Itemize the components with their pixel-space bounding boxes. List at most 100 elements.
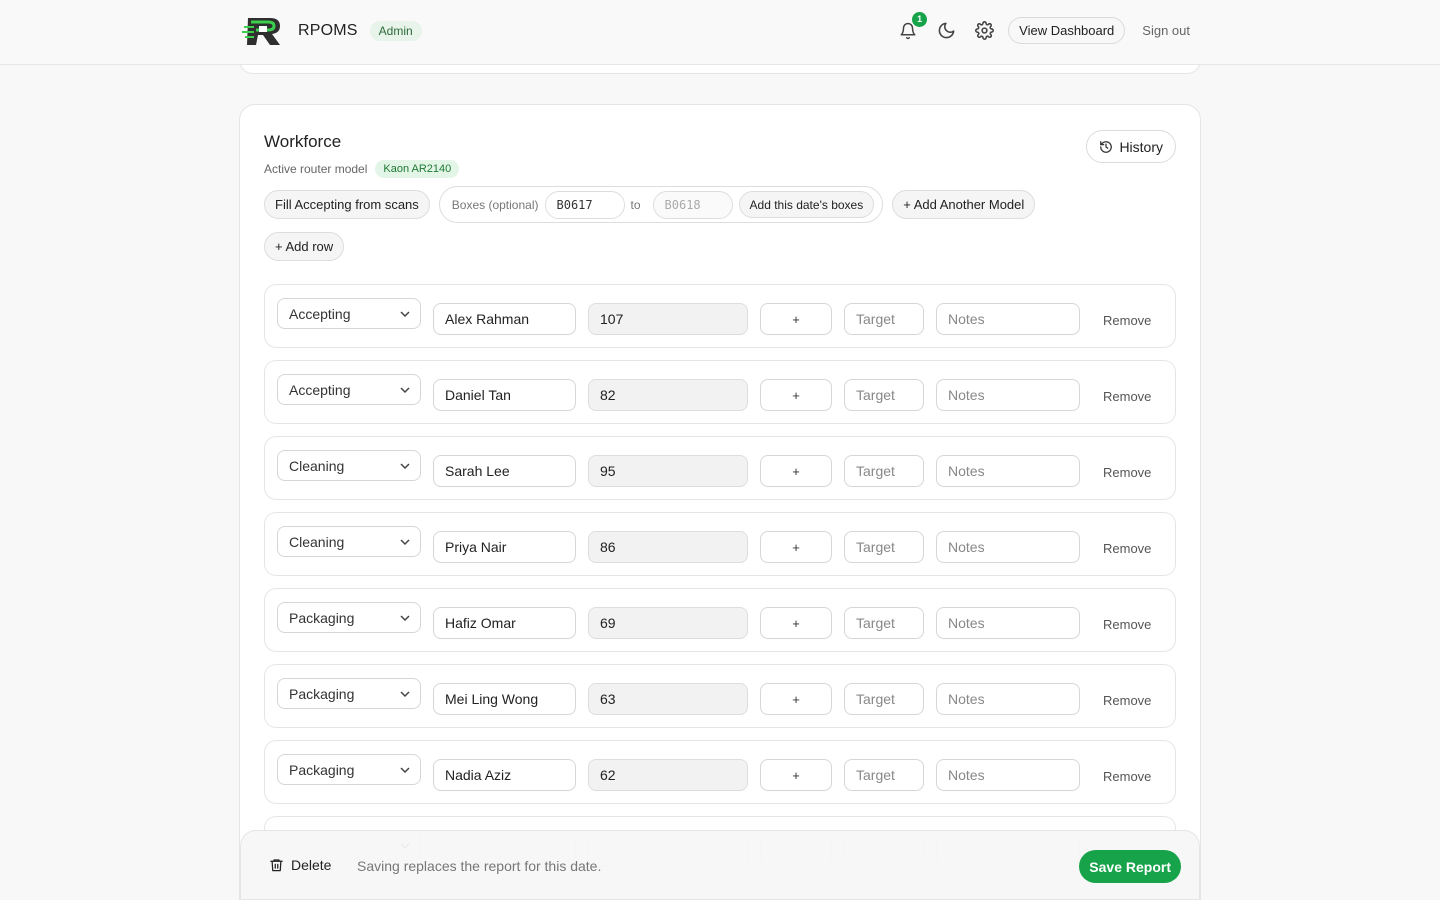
notes-input[interactable]: Notes [936,683,1080,715]
theme-toggle-button[interactable] [934,19,958,43]
delete-label: Delete [291,857,332,873]
logo-icon [242,18,280,45]
target-input[interactable]: Target [844,683,924,715]
top-actions: 1 View Dashboard Sign out [882,11,1190,44]
increment-button[interactable]: + [760,303,832,335]
workforce-row: Packaging Mei Ling Wong 63 + Target Notes Remo… [264,664,1176,728]
workforce-card: Workforce Active router model Kaon AR214… [239,104,1201,900]
remove-row-button[interactable]: Remove [1103,693,1151,708]
remove-row-button[interactable]: Remove [1103,769,1151,784]
target-input[interactable]: Target [844,379,924,411]
toolbar: Fill Accepting from scans Boxes (optiona… [264,186,1036,223]
target-input[interactable]: Target [844,455,924,487]
notes-input[interactable]: Notes [936,759,1080,791]
trash-icon [270,859,283,872]
increment-button[interactable]: + [760,531,832,563]
increment-button[interactable]: + [760,379,832,411]
box-to-input[interactable]: B0618 [652,190,733,219]
worker-name-input[interactable]: Nadia Aziz [433,759,576,791]
to-label: to [630,197,641,212]
remove-row-button[interactable]: Remove [1103,541,1151,556]
chevron-down-icon [400,539,410,546]
quantity-input[interactable]: 86 [588,531,748,563]
active-model-label: Active router model [264,162,368,176]
target-input[interactable]: Target [844,531,924,563]
add-row-button[interactable]: + Add row [264,232,345,261]
workforce-row: Cleaning Sarah Lee 95 + Target Notes Remove [264,436,1176,500]
workforce-row: Packaging Hafiz Omar 69 + Target Notes Remove [264,588,1176,652]
stage-select[interactable]: Packaging [277,602,421,633]
view-dashboard-button[interactable]: View Dashboard [1008,17,1126,44]
quantity-input[interactable]: 63 [588,683,748,715]
stage-select[interactable]: Packaging [277,754,421,785]
stage-select[interactable]: Accepting [277,298,421,329]
quantity-input[interactable]: 62 [588,759,748,791]
workforce-row: Accepting Alex Rahman 107 + Target Notes Remov… [264,284,1176,348]
target-input[interactable]: Target [844,607,924,639]
worker-name-input[interactable]: Sarah Lee [433,455,576,487]
increment-button[interactable]: + [760,759,832,791]
remove-row-button[interactable]: Remove [1103,617,1151,632]
stage-select-value: Cleaning [289,533,345,550]
history-icon [1100,140,1113,153]
target-input[interactable]: Target [844,303,924,335]
notifications-button[interactable]: 1 [896,11,928,43]
remove-row-button[interactable]: Remove [1103,389,1151,404]
chevron-down-icon [400,767,410,774]
worker-name-input[interactable]: Daniel Tan [433,379,576,411]
increment-button[interactable]: + [760,683,832,715]
worker-name-input[interactable]: Priya Nair [433,531,576,563]
delete-button[interactable]: Delete [269,857,331,873]
stage-select-value: Packaging [289,609,355,626]
chevron-down-icon [400,311,410,318]
target-input[interactable]: Target [844,759,924,791]
chevron-down-icon [400,463,410,470]
workforce-row: Cleaning Priya Nair 86 + Target Notes Remove [264,512,1176,576]
notes-input[interactable]: Notes [936,531,1080,563]
quantity-input[interactable]: 69 [588,607,748,639]
notes-input[interactable]: Notes [936,455,1080,487]
quantity-input[interactable]: 82 [588,379,748,411]
notification-count-badge: 1 [912,11,928,27]
worker-name-input[interactable]: Mei Ling Wong [433,683,576,715]
notes-input[interactable]: Notes [936,607,1080,639]
stage-select[interactable]: Accepting [277,374,421,405]
workforce-row: Accepting Daniel Tan 82 + Target Notes Remove [264,360,1176,424]
gear-icon [974,21,994,40]
worker-name-input[interactable]: Alex Rahman [433,303,576,335]
stage-select-value: Accepting [289,305,351,322]
fill-accepting-button[interactable]: Fill Accepting from scans [264,190,430,219]
add-another-model-button[interactable]: + Add Another Model [892,190,1036,219]
workforce-row: Packaging Nadia Aziz 62 + Target Notes Remove [264,740,1176,804]
increment-button[interactable]: + [760,455,832,487]
active-model-badge: Kaon AR2140 [375,160,460,178]
settings-button[interactable] [972,19,996,43]
quantity-input[interactable]: 107 [588,303,748,335]
stage-select[interactable]: Cleaning [277,526,421,557]
brand[interactable]: RPOMS Admin [242,14,422,48]
boxes-range-group: Boxes (optional) B0617 to B0618 Add this… [438,186,884,223]
boxes-label: Boxes (optional) [451,197,539,212]
box-from-input[interactable]: B0617 [544,190,625,219]
chevron-down-icon [400,387,410,394]
save-hint: Saving replaces the report for this date… [357,858,602,874]
notes-input[interactable]: Notes [936,379,1080,411]
sign-out-link[interactable]: Sign out [1142,23,1190,38]
active-model-line: Active router model Kaon AR2140 [264,160,460,178]
add-date-boxes-button[interactable]: Add this date's boxes [738,191,875,218]
worker-name-input[interactable]: Hafiz Omar [433,607,576,639]
quantity-input[interactable]: 95 [588,455,748,487]
stage-select[interactable]: Packaging [277,678,421,709]
save-report-button[interactable]: Save Report [1079,850,1181,883]
increment-button[interactable]: + [760,607,832,639]
remove-row-button[interactable]: Remove [1103,465,1151,480]
remove-row-button[interactable]: Remove [1103,313,1151,328]
chevron-down-icon [400,691,410,698]
notes-input[interactable]: Notes [936,303,1080,335]
stage-select-value: Packaging [289,685,355,702]
stage-select-value: Accepting [289,381,351,398]
history-button[interactable]: History [1086,130,1176,163]
stage-select-value: Cleaning [289,457,345,474]
stage-select[interactable]: Cleaning [277,450,421,481]
top-bar: RPOMS Admin 1 View Dashboard Sign out [0,0,1440,65]
